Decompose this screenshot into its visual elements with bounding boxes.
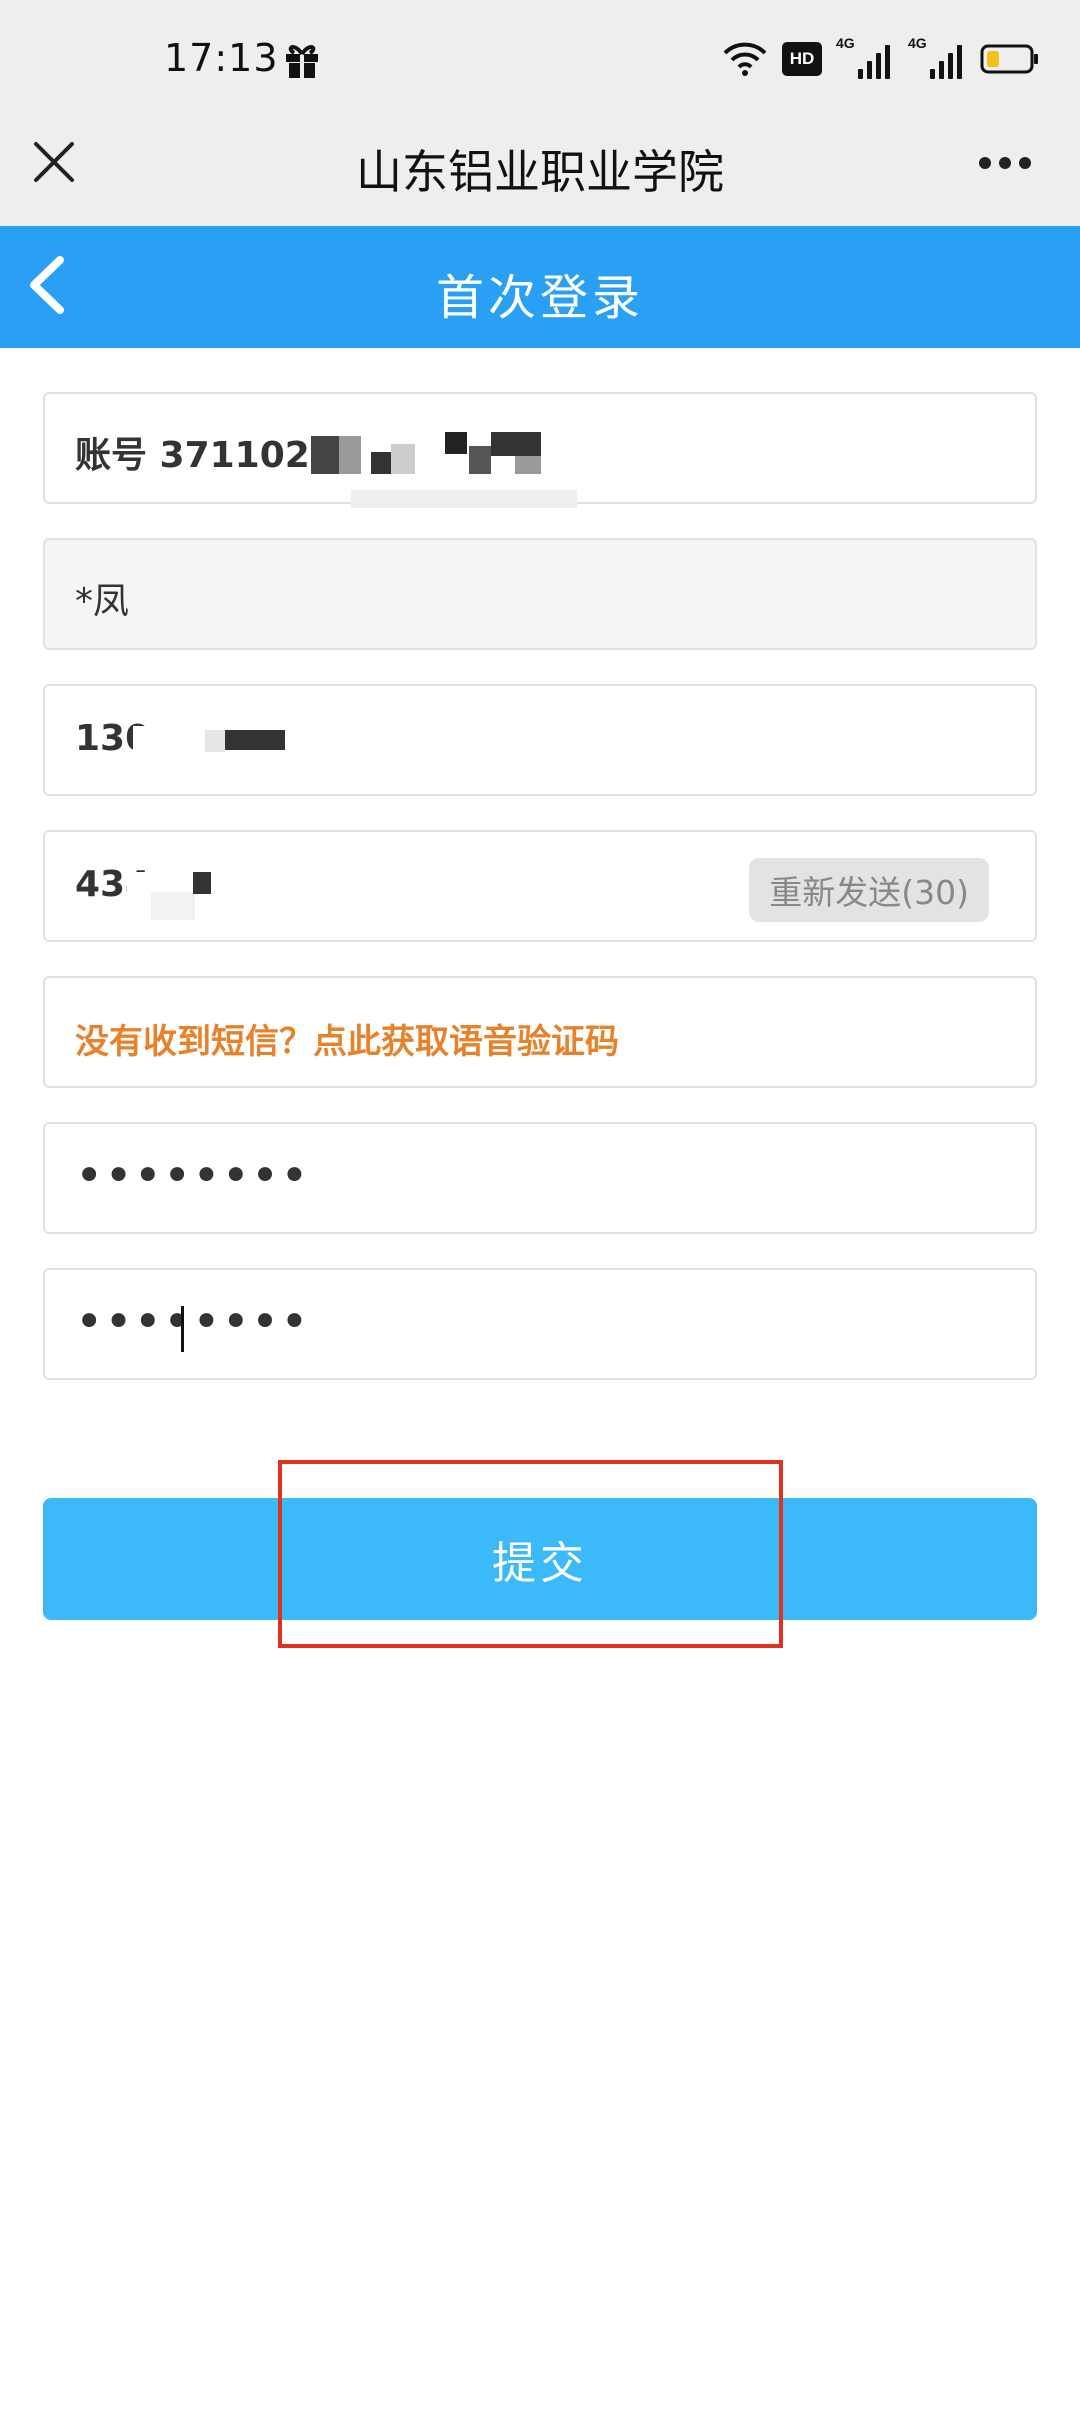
page-title: 首次登录 <box>435 270 644 326</box>
browser-title-bar: 山东铝业职业学院 <box>0 118 1080 226</box>
wifi-icon <box>723 42 767 76</box>
voice-code-row[interactable]: 没有收到短信？点此获取语音验证码 <box>43 976 1037 1088</box>
redaction-mask <box>515 456 541 474</box>
name-value: *凤 <box>75 581 130 622</box>
account-field[interactable]: 账号 3711021 <box>43 392 1037 508</box>
status-bar: 17:13 HD 4G 4G <box>0 0 1080 118</box>
redaction-mask <box>445 432 467 454</box>
redaction-mask <box>205 730 225 752</box>
redaction-mask <box>351 490 577 508</box>
more-icon[interactable] <box>978 156 1032 170</box>
redaction-mask <box>371 452 391 474</box>
voice-code-link[interactable]: 没有收到短信？点此获取语音验证码 <box>75 1014 619 1063</box>
phone-field[interactable]: 130 <box>43 684 1037 796</box>
resend-button[interactable]: 重新发送(30) <box>749 858 989 922</box>
status-icons: HD 4G 4G <box>722 35 1040 82</box>
redaction-mask <box>491 432 541 456</box>
hd-icon: HD <box>782 42 822 76</box>
signal-icon: 4G <box>836 35 894 79</box>
redaction-mask <box>193 872 211 894</box>
redaction-mask <box>339 436 361 474</box>
signal-label: 4G <box>836 35 855 51</box>
page-header: 首次登录 <box>0 226 1080 348</box>
redaction-mask <box>311 436 339 474</box>
redaction-mask <box>469 446 491 474</box>
gift-icon <box>286 45 318 78</box>
sms-code-field[interactable]: 434 重新发送(30) <box>43 830 1037 942</box>
confirm-password-field[interactable]: •••••••• <box>43 1268 1037 1380</box>
name-field: *凤 <box>43 538 1037 650</box>
redaction-mask <box>225 730 285 750</box>
confirm-password-value: •••••••• <box>75 1294 310 1350</box>
account-value: 账号 3711021 <box>75 435 335 476</box>
signal-label: 4G <box>908 35 927 51</box>
text-caret <box>181 1306 184 1352</box>
redaction-mask <box>133 726 183 766</box>
status-time: 17:13 <box>164 36 279 80</box>
app-title: 山东铝业职业学院 <box>356 145 724 199</box>
signal-icon: 4G <box>908 35 966 79</box>
redaction-mask <box>391 444 415 474</box>
submit-button[interactable]: 提交 <box>43 1498 1037 1620</box>
battery-icon <box>980 44 1038 74</box>
password-value: •••••••• <box>75 1148 310 1204</box>
password-field[interactable]: •••••••• <box>43 1122 1037 1234</box>
redaction-mask <box>151 892 195 920</box>
